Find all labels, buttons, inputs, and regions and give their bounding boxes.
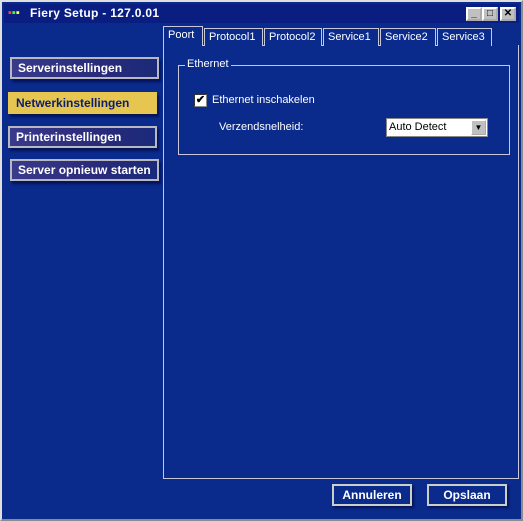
sidebar-item-printerinstellingen[interactable]: Printerinstellingen [8, 126, 157, 148]
fiery-logo-icon: ▪▪▪ [8, 7, 20, 19]
speed-label: Verzendsnelheid: [219, 121, 304, 133]
minimize-button[interactable]: _ [466, 7, 482, 21]
ethernet-legend: Ethernet [185, 58, 231, 70]
sidebar-item-netwerkinstellingen[interactable]: Netwerkinstellingen [8, 92, 157, 114]
close-button[interactable]: ✕ [500, 7, 516, 21]
save-button[interactable]: Opslaan [427, 484, 507, 506]
ethernet-group: Ethernet ✔ Ethernet inschakelen Verzends… [178, 58, 510, 155]
ethernet-enable-label: Ethernet inschakelen [212, 94, 315, 106]
window-title: Fiery Setup - 127.0.01 [30, 6, 160, 20]
cancel-button[interactable]: Annuleren [332, 484, 412, 506]
ethernet-enable-checkbox[interactable]: ✔ [194, 94, 207, 107]
speed-value: Auto Detect [389, 121, 447, 133]
tab-service2[interactable]: Service2 [380, 28, 436, 46]
sidebar-item-serverinstellingen[interactable]: Serverinstellingen [10, 57, 159, 79]
speed-dropdown[interactable]: Auto Detect ▼ [386, 118, 488, 137]
maximize-button[interactable]: □ [482, 7, 498, 21]
tab-service3[interactable]: Service3 [437, 28, 492, 46]
chevron-down-icon[interactable]: ▼ [471, 120, 486, 135]
fiery-setup-window: ▪▪▪ Fiery Setup - 127.0.01 _ □ ✕ Serveri… [0, 0, 523, 521]
tab-protocol2[interactable]: Protocol2 [264, 28, 322, 46]
sidebar-item-server-opnieuw-starten[interactable]: Server opnieuw starten [10, 159, 159, 181]
tab-service1[interactable]: Service1 [323, 28, 379, 46]
title-bar: ▪▪▪ Fiery Setup - 127.0.01 _ □ ✕ [4, 4, 519, 23]
tab-poort[interactable]: Poort [163, 26, 203, 46]
tab-protocol1[interactable]: Protocol1 [204, 28, 263, 46]
